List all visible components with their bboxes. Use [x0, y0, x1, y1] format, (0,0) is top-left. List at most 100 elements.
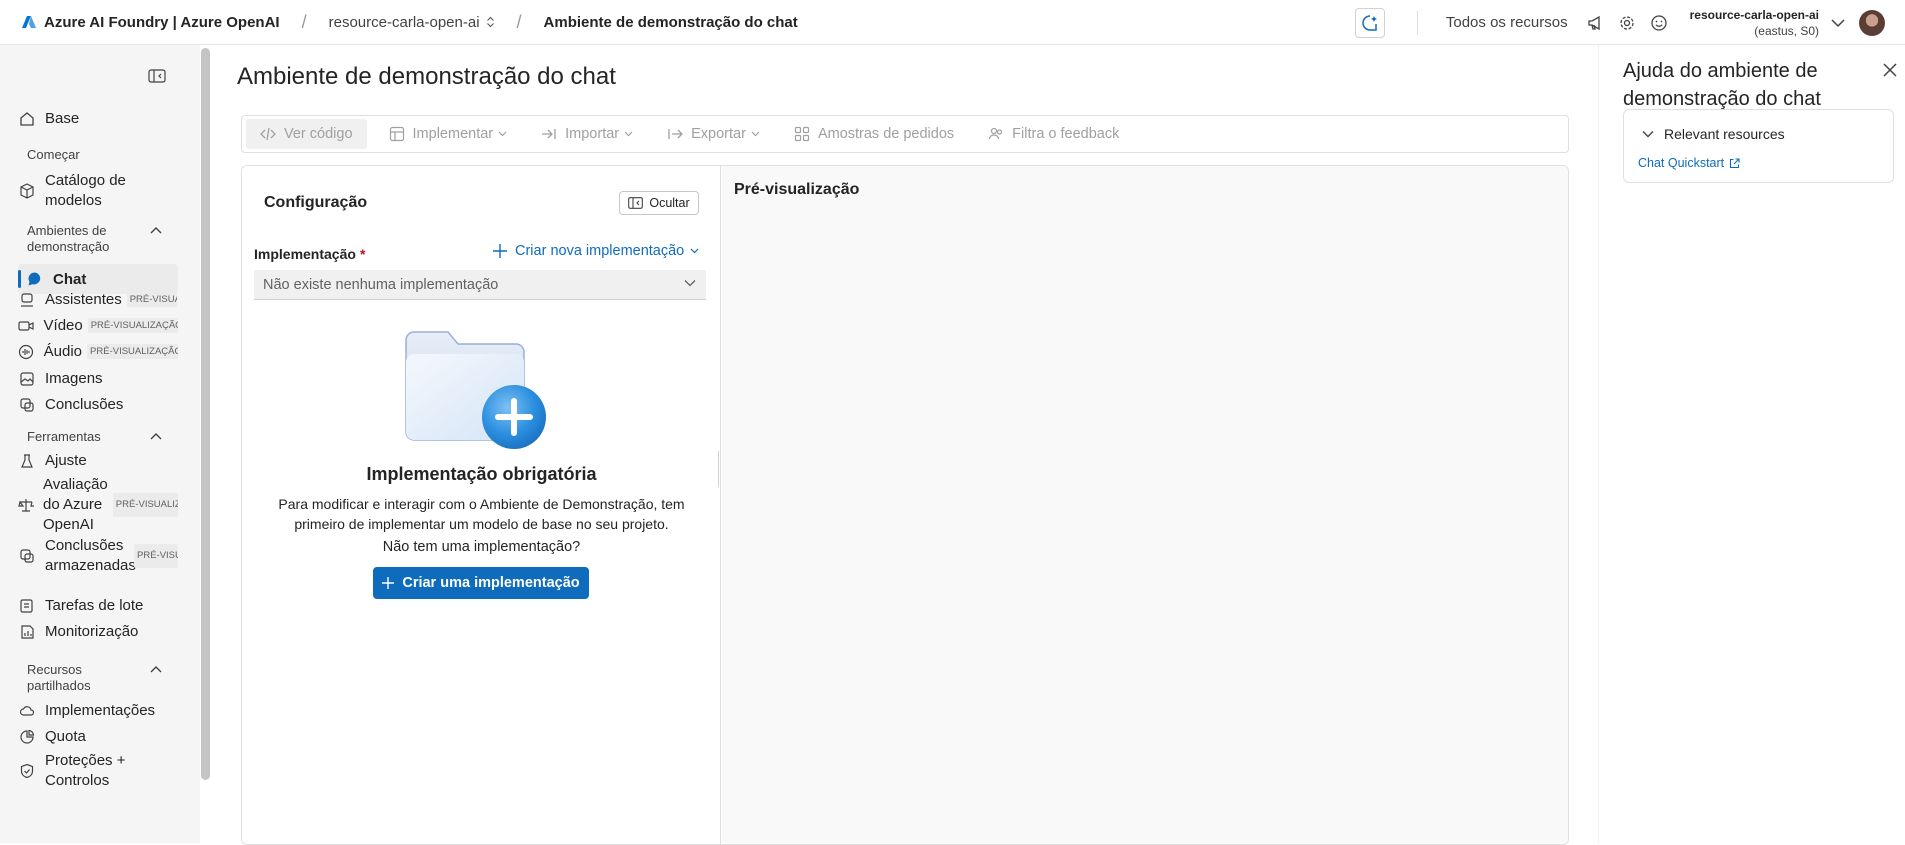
sidebar-item-base[interactable]: Base: [18, 110, 178, 127]
empty-state-description: Para modificar e interagir com o Ambient…: [278, 496, 685, 532]
hide-button[interactable]: Ocultar: [619, 191, 699, 215]
toolbar: Ver código Implementar Importar Exportar…: [241, 115, 1569, 153]
sidebar-item-label: Conclusões armazenadas: [45, 537, 136, 574]
section-label: Relevant resources: [1664, 126, 1785, 142]
chat-quickstart-link[interactable]: Chat Quickstart: [1638, 156, 1740, 170]
chevron-down-icon[interactable]: [1831, 18, 1845, 28]
sidebar-item-label: Assistentes: [45, 291, 122, 308]
collapse-panel-icon: [628, 197, 644, 209]
button-label: Criar nova implementação: [515, 243, 685, 259]
playground-panel: Configuração Ocultar Implementação * Cria…: [241, 165, 1569, 845]
sidebar-item-audio[interactable]: Áudio PRÉ-VISUALIZAÇÃO: [18, 343, 178, 360]
deployment-select[interactable]: Não existe nenhuma implementação: [254, 270, 706, 300]
copilot-button[interactable]: [1354, 7, 1385, 38]
copilot-chat-icon: [1361, 14, 1379, 32]
breadcrumb-resource[interactable]: resource-carla-open-ai: [329, 14, 495, 31]
prompt-samples-button[interactable]: Amostras de pedidos: [794, 126, 954, 142]
cube-icon: [18, 183, 36, 199]
sidebar-item-video[interactable]: Vídeo PRÉ-VISUALIZAÇÃO: [18, 317, 178, 334]
brand[interactable]: Azure AI Foundry | Azure OpenAI: [22, 14, 280, 31]
button-label: Importar: [565, 126, 620, 142]
grid-four-icon: [794, 126, 810, 142]
chat-bubble-icon: [26, 271, 44, 287]
preview-badge: PRÉ-VISUALIZA: [112, 493, 178, 517]
sidebar-item-protections[interactable]: Proteções + Controlos: [18, 751, 178, 791]
preview-title: Pré-visualização: [734, 181, 860, 198]
deployment-label: Implementação *: [254, 246, 365, 262]
breadcrumb-separator: /: [301, 11, 307, 32]
stored-completions-icon: [18, 548, 36, 564]
avatar[interactable]: [1859, 9, 1885, 36]
chevron-down-icon: [624, 131, 633, 137]
chevron-up-down-icon: [486, 16, 495, 28]
gear-icon[interactable]: [1618, 14, 1636, 32]
breadcrumb-resource-label: resource-carla-open-ai: [328, 13, 480, 31]
chevron-down-icon: [684, 279, 696, 287]
sidebar-scrollbar[interactable]: [201, 48, 210, 780]
plus-icon: [382, 577, 395, 589]
sidebar-item-images[interactable]: Imagens: [18, 370, 178, 387]
create-deployment-button[interactable]: Criar uma implementação: [373, 567, 589, 599]
sidebar-item-label: Imagens: [45, 370, 103, 387]
sidebar-item-stored[interactable]: Conclusões armazenadas PRÉ-VISUA: [18, 536, 178, 576]
section-tools[interactable]: Ferramentas: [27, 429, 177, 445]
sidebar-item-label: Ajuste: [45, 452, 87, 469]
chevron-up-icon[interactable]: [149, 431, 163, 441]
button-label: Filtra o feedback: [1012, 126, 1120, 142]
section-label: Ferramentas: [27, 429, 101, 444]
sidebar-item-finetune[interactable]: Ajuste: [18, 452, 178, 469]
view-code-button[interactable]: Ver código: [246, 119, 367, 149]
section-label: Recursos partilhados: [27, 662, 91, 693]
sidebar-item-completions[interactable]: Conclusões: [18, 396, 178, 413]
sidebar-item-deployments[interactable]: Implementações: [18, 702, 178, 719]
preview-badge: PRÉ-VISUA: [134, 544, 178, 568]
help-panel: Ajuda do ambiente de demonstração do cha…: [1598, 45, 1905, 843]
button-label: Criar uma implementação: [402, 575, 580, 591]
main-content: Ambiente de demonstração do chat Ver cód…: [212, 45, 1598, 845]
brand-title: Azure AI Foundry | Azure OpenAI: [44, 13, 280, 31]
relevant-resources-toggle[interactable]: Relevant resources: [1642, 126, 1785, 142]
deploy-button[interactable]: Implementar: [389, 126, 508, 142]
chevron-down-icon: [498, 131, 507, 137]
no-deployment-text: Não tem uma implementação?: [382, 539, 581, 555]
sidebar-item-label: Avaliação do Azure OpenAI: [43, 476, 108, 533]
sidebar-item-assistants[interactable]: Assistentes PRÉ-VISUALI: [18, 291, 178, 308]
megaphone-icon[interactable]: [1586, 14, 1604, 32]
account-name: resource-carla-open-ai: [1689, 7, 1819, 22]
button-label: Ver código: [284, 126, 353, 142]
sidebar-item-chat[interactable]: Chat: [18, 264, 178, 294]
preview-badge: PRÉ-VISUALIZAÇÃO: [87, 318, 178, 333]
section-playgrounds[interactable]: Ambientes de demonstração: [27, 223, 177, 255]
account-info[interactable]: resource-carla-open-ai (eastus, S0): [1690, 7, 1819, 39]
sidebar-item-label: Base: [45, 110, 80, 127]
sidebar-item-label: Catálogo de modelos: [45, 172, 126, 209]
sidebar-item-catalog[interactable]: Catálogo de modelos: [18, 171, 178, 211]
chevron-down-icon: [690, 248, 699, 254]
chevron-up-icon[interactable]: [149, 664, 163, 674]
sidebar-item-label: Chat: [53, 270, 87, 288]
azure-logo-icon: [22, 15, 36, 29]
smiley-feedback-icon[interactable]: [1650, 14, 1668, 32]
sidebar-item-label: Quota: [45, 728, 86, 745]
section-label: Ambientes de demonstração: [27, 223, 110, 254]
all-resources-link[interactable]: Todos os recursos: [1446, 14, 1568, 31]
create-new-deployment-button[interactable]: Criar nova implementação: [493, 243, 699, 259]
link-label: Chat Quickstart: [1638, 156, 1725, 170]
scale-icon: [18, 497, 34, 513]
sidebar-item-quota[interactable]: Quota: [18, 728, 178, 745]
export-button[interactable]: Exportar: [667, 126, 760, 142]
divider: [1416, 10, 1418, 35]
label-text: Implementação: [254, 246, 356, 262]
button-label: Amostras de pedidos: [817, 126, 955, 142]
feedback-filter-button[interactable]: Filtra o feedback: [988, 126, 1119, 142]
close-icon[interactable]: [1883, 63, 1897, 77]
import-button[interactable]: Importar: [541, 126, 633, 142]
section-shared[interactable]: Recursos partilhados: [27, 662, 177, 694]
help-title: Ajuda do ambiente de demonstração do cha…: [1623, 60, 1821, 110]
chevron-up-icon[interactable]: [149, 225, 163, 235]
sidebar-item-eval[interactable]: Avaliação do Azure OpenAI PRÉ-VISUALIZA: [18, 475, 178, 535]
shield-icon: [18, 763, 36, 779]
sidebar-item-monitoring[interactable]: Monitorização: [18, 623, 178, 640]
collapse-sidebar-icon[interactable]: [148, 69, 166, 83]
sidebar-item-batch[interactable]: Tarefas de lote: [18, 597, 178, 614]
